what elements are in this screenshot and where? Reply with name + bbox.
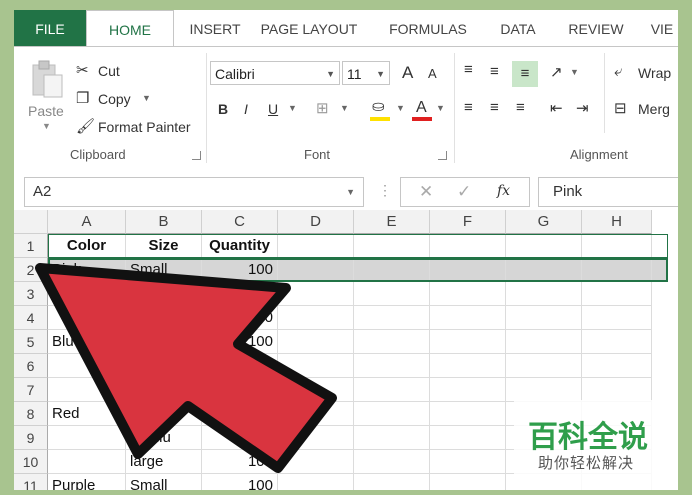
red-arrow-icon [35,263,337,473]
watermark-title: 百科全说 [528,420,648,455]
excel-window: FILE HOME INSERT PAGE LAYOUT FORMULAS DA… [14,10,678,490]
watermark-subtitle: 助你轻松解决 [538,454,635,472]
